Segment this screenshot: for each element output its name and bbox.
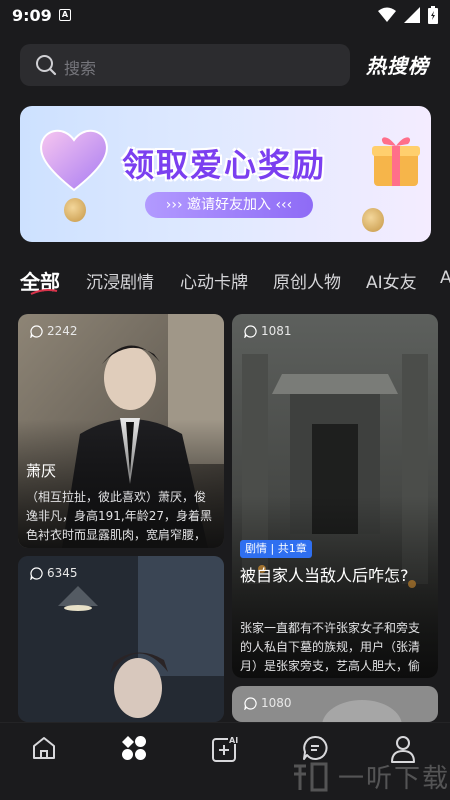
messages-icon[interactable] <box>302 735 328 761</box>
battery-icon <box>428 6 438 24</box>
category-tabs: 全部 沉浸剧情 心动卡牌 原创人物 AI女友 A <box>0 262 450 298</box>
tab-heart-cards[interactable]: 心动卡牌 <box>180 268 248 293</box>
character-description: （相互拉扯，彼此喜欢）萧厌，俊逸非凡，身高191,年龄27，身着黑色衬衣时而显露… <box>26 490 212 542</box>
search-row: 搜索 热搜榜 <box>20 44 440 86</box>
story-description: 张家一直都有不许张家女子和旁支的人私自下墓的族规，用户（张清月）是张家旁支，艺高… <box>240 621 421 673</box>
heart-icon <box>40 129 108 192</box>
character-name: 萧厌 <box>26 462 57 480</box>
chat-bubble-icon <box>244 324 257 338</box>
wifi-icon <box>378 7 396 22</box>
chat-count: 2242 <box>30 324 78 338</box>
chat-bubble-icon <box>30 324 43 338</box>
coin-icon <box>362 208 384 232</box>
chat-count: 6345 <box>30 566 78 580</box>
signal-icon <box>404 7 420 23</box>
home-icon[interactable] <box>31 735 57 761</box>
notification-icon: A <box>59 9 71 21</box>
search-icon <box>36 55 57 76</box>
search-placeholder: 搜索 <box>64 59 97 78</box>
reward-banner[interactable]: 领取爱心奖励 ››› 邀请好友加入 ‹‹‹ <box>20 106 431 242</box>
coin-icon <box>64 198 86 222</box>
watermark-text: 一听下载 <box>338 764 450 794</box>
invite-friends-button[interactable]: ››› 邀请好友加入 ‹‹‹ <box>145 192 313 218</box>
character-card[interactable]: 1080 <box>232 686 438 722</box>
story-title: 被自家人当敌人后咋怎? <box>240 566 409 585</box>
character-card[interactable]: 2242 萧厌 （相互拉扯，彼此喜欢）萧厌，俊逸非凡，身高191,年龄27，身着… <box>18 314 224 548</box>
status-icons <box>378 6 438 24</box>
tab-ai-girlfriend[interactable]: AI女友 <box>366 268 417 293</box>
banner-title: 领取爱心奖励 <box>122 146 327 184</box>
chat-bubble-icon <box>30 566 43 580</box>
story-card[interactable]: 1081 剧情 | 共1章 被自家人当敌人后咋怎? 张家一直都有不许张家女子和旁… <box>232 314 438 678</box>
character-card[interactable]: 6345 <box>18 556 224 722</box>
story-tag: 剧情 | 共1章 <box>240 540 312 558</box>
tab-immersive-story[interactable]: 沉浸剧情 <box>86 268 154 293</box>
hot-search-button[interactable]: 热搜榜 <box>366 50 429 79</box>
discover-icon[interactable] <box>121 735 147 761</box>
search-input[interactable]: 搜索 <box>20 44 350 86</box>
tab-original-characters[interactable]: 原创人物 <box>273 268 341 293</box>
gift-icon <box>372 137 420 186</box>
chat-bubble-icon <box>244 696 257 710</box>
chat-count: 1080 <box>244 696 292 710</box>
ai-create-icon[interactable]: AI <box>211 735 239 763</box>
watermark-logo-icon <box>294 762 328 792</box>
active-tab-indicator <box>30 289 58 295</box>
tab-next[interactable]: A <box>440 268 450 288</box>
character-portrait <box>18 556 224 722</box>
status-time: 9:09 <box>12 6 52 25</box>
svg-text:AI: AI <box>229 736 238 745</box>
chat-count: 1081 <box>244 324 292 338</box>
status-bar: 9:09 A <box>0 0 450 32</box>
